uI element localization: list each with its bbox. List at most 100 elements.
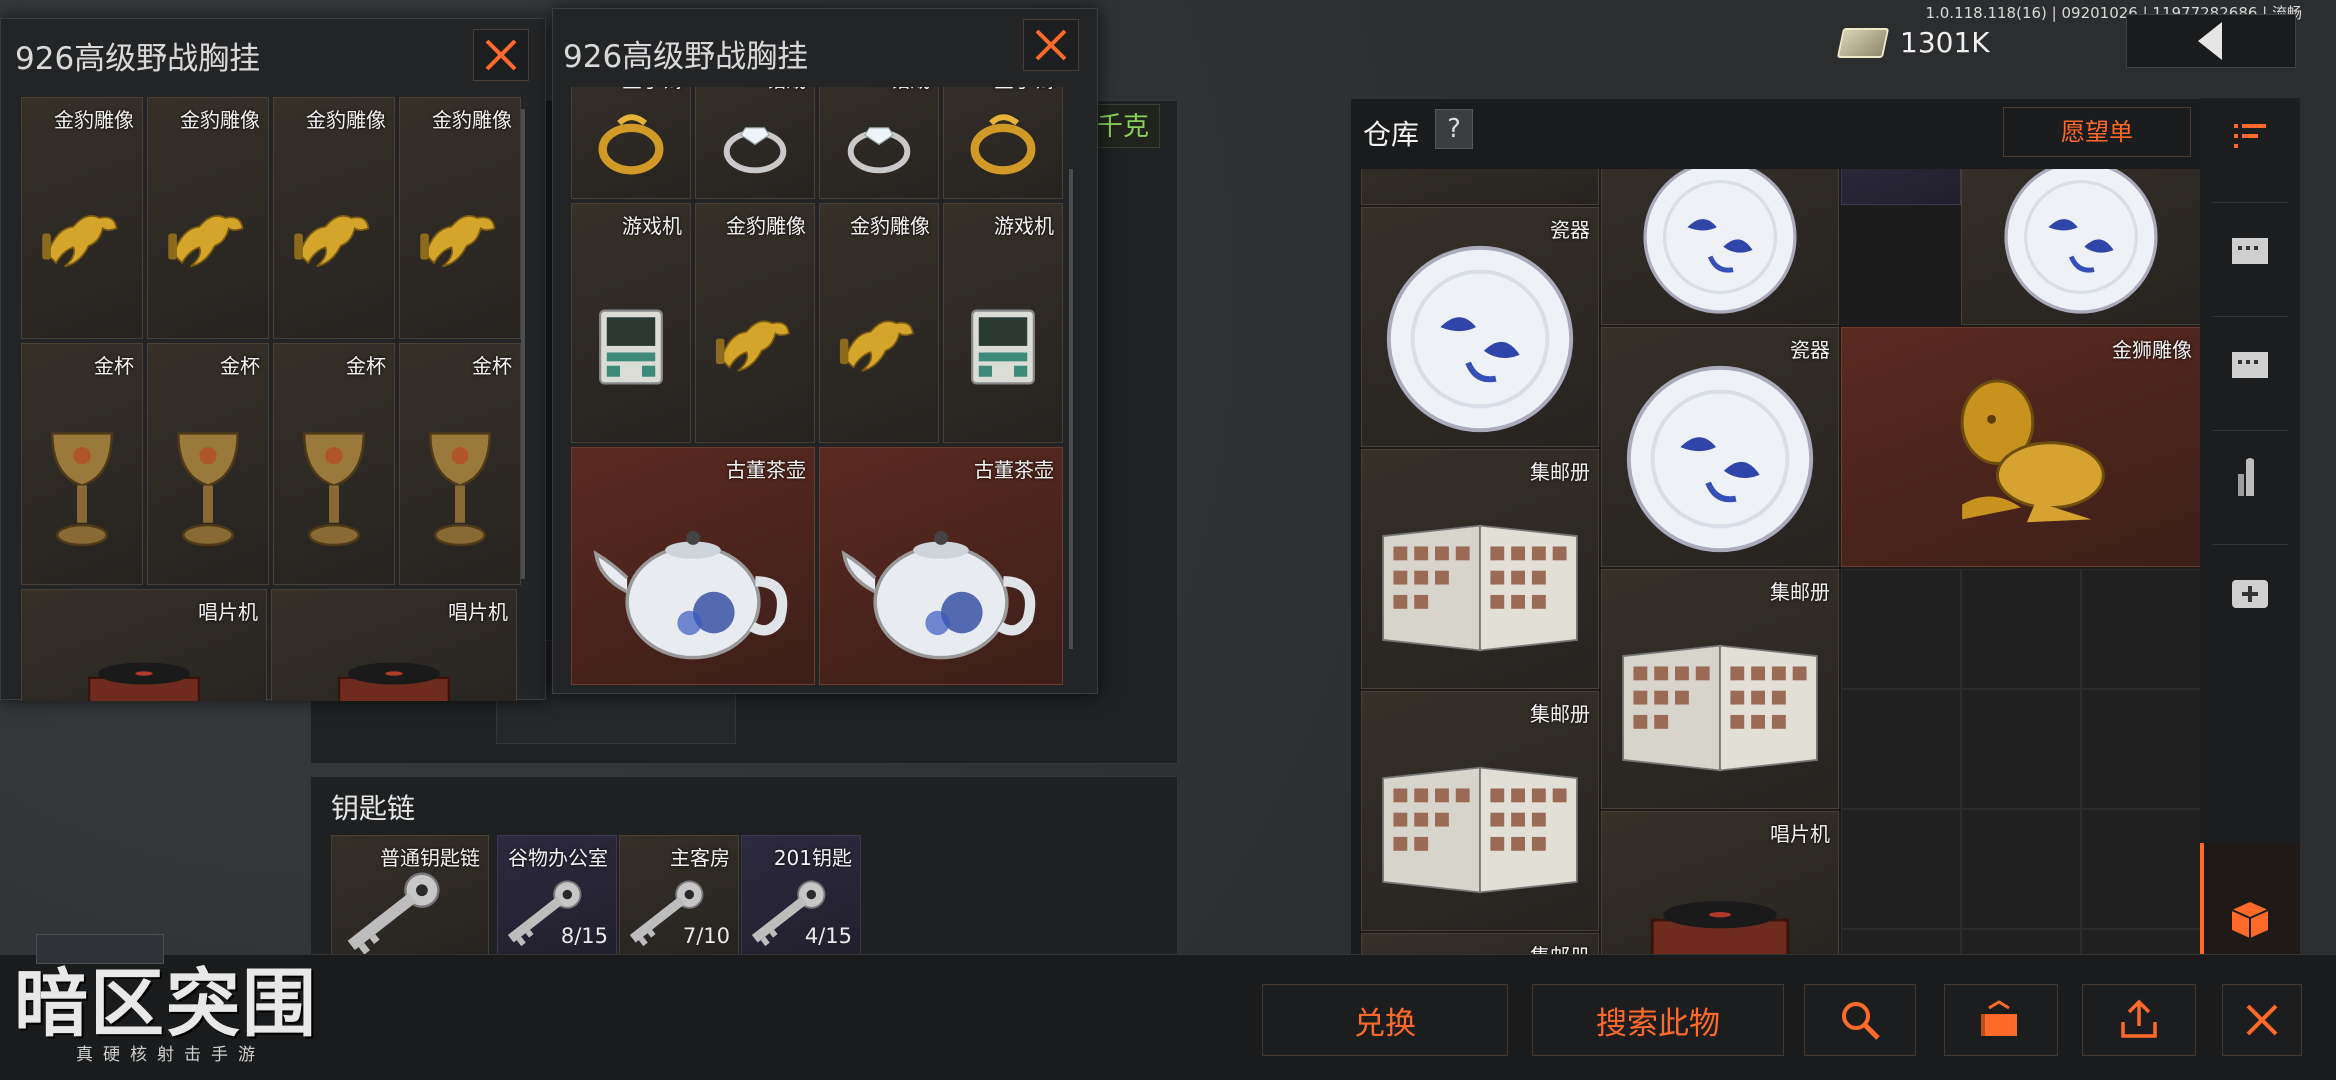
- warehouse-item-cell[interactable]: [1601, 169, 1839, 325]
- transfer-box-icon: [1981, 1000, 2017, 1036]
- logo-subtitle: 真硬核射击手游: [76, 1045, 265, 1065]
- empty-slot[interactable]: [2081, 689, 2201, 809]
- key-cell[interactable]: 201钥匙 4/15: [741, 835, 861, 955]
- item-label: 金杯: [220, 354, 260, 378]
- storage-box-icon[interactable]: [2228, 228, 2272, 272]
- warehouse-title: 仓库: [1363, 118, 1420, 151]
- keychain-title: 钥匙链: [331, 792, 416, 825]
- close-icon: [1035, 29, 1067, 61]
- search-button[interactable]: [1804, 984, 1916, 1056]
- list-grid-icon[interactable]: [2228, 114, 2272, 158]
- item-label: 金手镯: [994, 87, 1054, 93]
- sidebar-separator: [2212, 202, 2288, 203]
- popup-item-cell[interactable]: 游戏机: [571, 203, 691, 443]
- warehouse-item-cell[interactable]: 集邮册: [1601, 569, 1839, 809]
- popup-title: 926高级野战胸挂: [563, 39, 809, 75]
- popup-item-cell[interactable]: 金杯: [147, 343, 269, 585]
- item-label: 金豹雕像: [432, 108, 512, 132]
- search-item-button[interactable]: 搜索此物: [1532, 984, 1784, 1056]
- empty-slot[interactable]: [1841, 689, 1961, 809]
- warehouse-item-cell[interactable]: 金狮雕像: [1841, 327, 2201, 567]
- money-amount: 1301K: [1900, 26, 1990, 59]
- popup-item-cell[interactable]: 金豹雕像: [819, 203, 939, 443]
- item-label: 古董茶壶: [974, 458, 1054, 482]
- exchange-button[interactable]: 兑换: [1262, 984, 1508, 1056]
- popup-item-cell[interactable]: 金杯: [399, 343, 521, 585]
- key-uses-count: 7/10: [682, 924, 730, 948]
- popup-item-cell[interactable]: 唱片机: [271, 589, 517, 701]
- popup-scrollbar[interactable]: [521, 109, 525, 579]
- empty-slot[interactable]: [1841, 809, 1961, 929]
- mini-thumbnail[interactable]: [36, 934, 164, 964]
- empty-slot[interactable]: [1961, 569, 2081, 689]
- warehouse-grid: 瓷器 集邮册 集邮册 集邮册 瓷器 集邮册 唱片机 金狮雕像: [1361, 169, 2201, 959]
- back-button[interactable]: [2126, 14, 2296, 68]
- item-label: 金杯: [472, 354, 512, 378]
- popup-item-cell[interactable]: 唱片机: [21, 589, 267, 701]
- popup-item-cell[interactable]: 金豹雕像: [695, 203, 815, 443]
- warehouse-item-cell[interactable]: [1961, 169, 2201, 325]
- upload-button[interactable]: [2082, 984, 2196, 1056]
- key-cell[interactable]: 谷物办公室 8/15: [497, 835, 617, 955]
- rig-popup-left: 926高级野战胸挂 金豹雕像 金豹雕像 金豹雕像 金豹雕像 金杯 金杯 金杯 金杯 唱片机 唱片机: [0, 18, 546, 701]
- warehouse-item-cell[interactable]: 瓷器: [1601, 327, 1839, 567]
- item-label: 游戏机: [622, 214, 682, 238]
- popup-item-cell[interactable]: 古董茶壶: [819, 447, 1063, 685]
- popup-item-cell[interactable]: 金豹雕像: [399, 97, 521, 339]
- money-display: 1301K: [1836, 26, 1990, 59]
- close-panel-button[interactable]: [2222, 984, 2302, 1056]
- empty-slot[interactable]: [2081, 569, 2201, 689]
- magnifier-icon: [1842, 1002, 1880, 1040]
- sidebar-separator: [2212, 544, 2288, 545]
- key-uses-count: 8/15: [560, 924, 608, 948]
- item-label: 瓷器: [1550, 218, 1590, 242]
- key-cell[interactable]: 主客房 7/10: [619, 835, 739, 955]
- warehouse-item-cell[interactable]: [1841, 169, 1961, 205]
- item-label: 金狮雕像: [2112, 338, 2192, 362]
- item-label: 集邮册: [1530, 702, 1590, 726]
- popup-close-button[interactable]: [1023, 19, 1079, 71]
- item-label: 普通钥匙链: [380, 846, 480, 870]
- empty-slot[interactable]: [2081, 809, 2201, 929]
- popup-item-cell[interactable]: 金杯: [273, 343, 395, 585]
- storage-box-icon[interactable]: [2228, 342, 2272, 386]
- medkit-icon[interactable]: [2228, 570, 2272, 614]
- popup-item-cell[interactable]: 金手镯: [943, 87, 1063, 199]
- item-label: 金豹雕像: [850, 214, 930, 238]
- popup-scrollbar[interactable]: [1069, 169, 1073, 649]
- cube-icon[interactable]: [2228, 898, 2272, 942]
- popup-item-cell[interactable]: 金豹雕像: [147, 97, 269, 339]
- popup-item-cell[interactable]: 钻戒: [819, 87, 939, 199]
- item-label: 游戏机: [994, 214, 1054, 238]
- popup-item-cell[interactable]: 古董茶壶: [571, 447, 815, 685]
- item-label: 金豹雕像: [54, 108, 134, 132]
- wishlist-button[interactable]: 愿望单: [2003, 107, 2191, 157]
- item-label: 谷物办公室: [508, 846, 608, 870]
- popup-item-cell[interactable]: 游戏机: [943, 203, 1063, 443]
- warehouse-item-cell[interactable]: 集邮册: [1361, 449, 1599, 689]
- empty-slot[interactable]: [1961, 809, 2081, 929]
- popup-item-cell[interactable]: 金豹雕像: [21, 97, 143, 339]
- chevron-left-icon: [2198, 22, 2222, 60]
- popup-item-cell[interactable]: 钻戒: [695, 87, 815, 199]
- item-label: 唱片机: [1770, 822, 1830, 846]
- popup-item-cell[interactable]: 金手镯: [571, 87, 691, 199]
- empty-slot[interactable]: [1841, 569, 1961, 689]
- popup-right-grid: 金手镯 钻戒 钻戒 金手镯游戏机 金豹雕像 金豹雕像 游戏机古董茶壶 古董茶壶: [571, 87, 1071, 685]
- warehouse-item-cell[interactable]: 瓷器: [1361, 207, 1599, 447]
- popup-item-cell[interactable]: 金杯: [21, 343, 143, 585]
- warehouse-item-cell[interactable]: 唱片机: [1601, 811, 1839, 959]
- key-cell[interactable]: 普通钥匙链: [331, 835, 489, 955]
- ammo-icon[interactable]: [2228, 456, 2272, 500]
- warehouse-item-cell[interactable]: 集邮册: [1361, 691, 1599, 931]
- sidebar-separator: [2212, 316, 2288, 317]
- warehouse-item-cell[interactable]: [1361, 169, 1599, 205]
- transfer-button[interactable]: [1944, 984, 2058, 1056]
- help-button[interactable]: ?: [1435, 109, 1473, 149]
- empty-slot[interactable]: [1961, 689, 2081, 809]
- item-label: 集邮册: [1530, 460, 1590, 484]
- item-label: 钻戒: [890, 87, 930, 93]
- sidebar-separator: [2212, 430, 2288, 431]
- popup-item-cell[interactable]: 金豹雕像: [273, 97, 395, 339]
- popup-close-button[interactable]: [473, 29, 529, 81]
